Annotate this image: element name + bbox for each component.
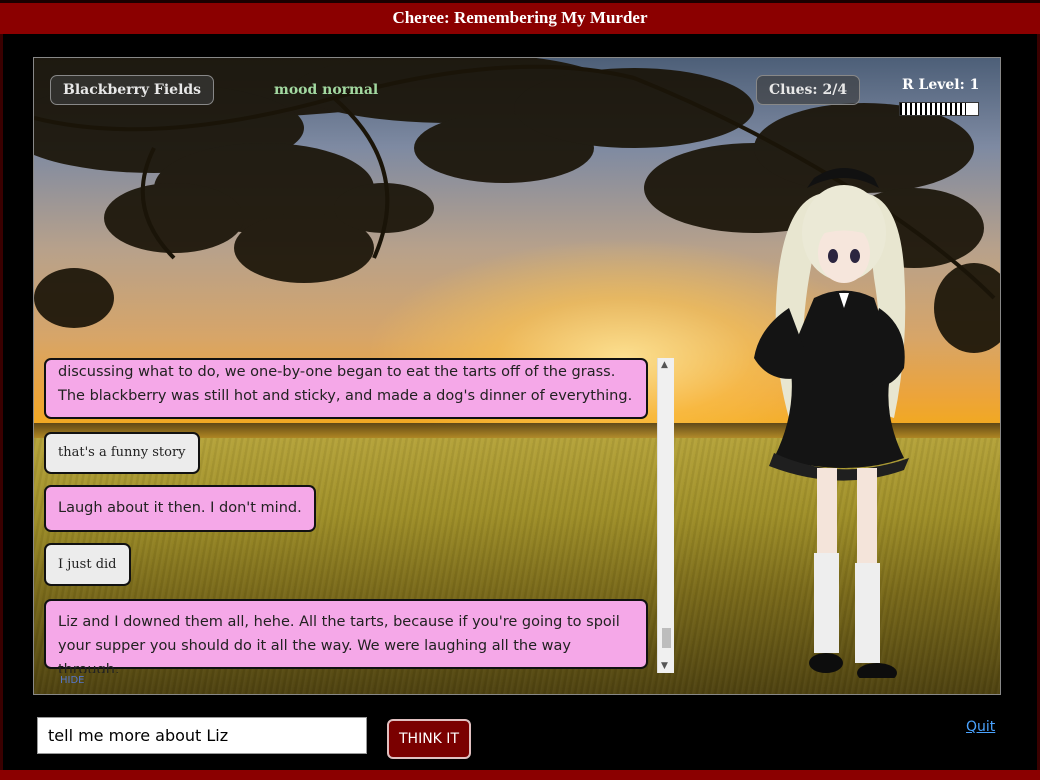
scroll-thumb[interactable] [662, 628, 671, 648]
r-level: R Level: 1 [902, 77, 979, 93]
hide-chat-link[interactable]: HIDE [60, 675, 85, 686]
clues-label: Clues: [769, 82, 818, 98]
mood-indicator: mood normal [274, 82, 379, 98]
r-level-label: R Level: [902, 77, 965, 93]
scroll-down-arrow-icon[interactable]: ▼ [661, 661, 668, 671]
cheree-character [754, 168, 909, 678]
r-level-meter [899, 102, 979, 116]
think-it-button[interactable]: THINK IT [387, 719, 471, 759]
location-badge: Blackberry Fields [50, 75, 215, 105]
scene-view: Blackberry Fields mood normal Clues: 2/4… [33, 57, 1001, 695]
r-level-value: 1 [969, 77, 980, 93]
clues-value: 2/4 [822, 82, 848, 98]
game-title: Cheree: Remembering My Murder [0, 0, 1040, 34]
message-cheree: Liz and I downed them all, hehe. All the… [44, 599, 648, 673]
message-player: that's a funny story [44, 432, 200, 474]
chat-log: discussing what to do, we one-by-one beg… [42, 358, 674, 673]
message-cheree: Laugh about it then. I don't mind. [44, 485, 316, 532]
quit-link[interactable]: Quit [966, 719, 995, 735]
left-border [0, 34, 3, 770]
message-player: I just did [44, 543, 131, 586]
chat-input[interactable] [37, 717, 367, 754]
r-level-meter-fill [900, 103, 966, 115]
clues-counter: Clues: 2/4 [756, 75, 861, 105]
chat-scrollbar[interactable]: ▲ ▼ [657, 358, 674, 673]
scroll-up-arrow-icon[interactable]: ▲ [661, 360, 668, 370]
bottom-border [0, 770, 1040, 780]
message-cheree: discussing what to do, we one-by-one beg… [44, 358, 648, 419]
